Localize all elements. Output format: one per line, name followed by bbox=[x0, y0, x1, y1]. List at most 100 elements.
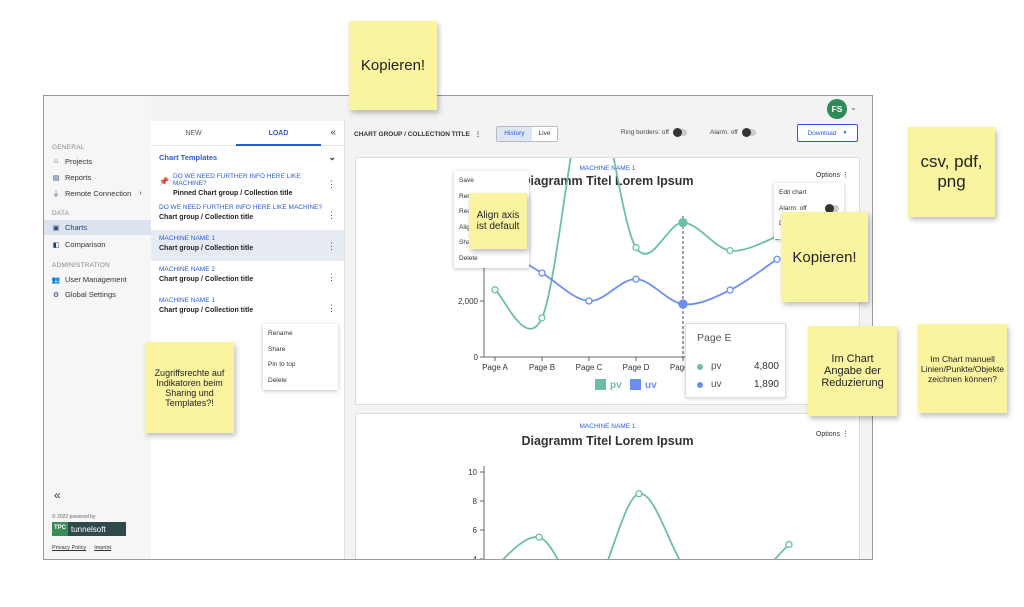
section-general: GENERAL bbox=[52, 144, 85, 151]
toggle-switch[interactable] bbox=[741, 128, 756, 137]
sticky-note: Kopieren! bbox=[781, 212, 868, 302]
list-item[interactable]: MACHINE NAME 2 Chart group / Collection … bbox=[151, 261, 344, 292]
collapse-sidebar-button[interactable]: « bbox=[54, 488, 61, 502]
chevron-down-icon: ⌄ bbox=[328, 151, 336, 162]
more-icon[interactable]: ⋮ bbox=[327, 272, 336, 283]
avatar[interactable]: FS bbox=[827, 99, 847, 119]
chart-group-title[interactable]: CHART GROUP / COLLECTION TITLE ⋮ bbox=[354, 130, 481, 138]
list-item[interactable]: DO WE NEED FURTHER INFO HERE LIKE MACHIN… bbox=[151, 199, 344, 230]
sidebar-item-reports[interactable]: ▤ Reports bbox=[44, 170, 151, 185]
uv-dot-icon bbox=[697, 381, 703, 388]
legend-label-pv: pv bbox=[610, 380, 622, 391]
data-point-uv bbox=[773, 255, 781, 263]
menu-item-edit-chart[interactable]: Edit chart bbox=[774, 185, 844, 201]
legend-swatch-uv bbox=[630, 379, 641, 390]
sidebar-item-comparison[interactable]: ◧ Comparison bbox=[44, 237, 151, 252]
sidebar-item-remote-connection[interactable]: ⏚ Remote Connection › bbox=[44, 186, 151, 201]
chart-tooltip: Page E pv 4,800 uv 1,890 bbox=[685, 323, 786, 398]
x-tick-label: Page A bbox=[482, 363, 508, 372]
menu-item-save[interactable]: Save bbox=[454, 173, 529, 189]
history-button[interactable]: History bbox=[497, 126, 532, 141]
tooltip-row-uv: uv 1,890 bbox=[697, 379, 779, 390]
sticky-note: Kopieren! bbox=[349, 21, 437, 110]
data-point-uv bbox=[726, 286, 734, 294]
users-icon: 👥 bbox=[51, 276, 61, 284]
list-item[interactable]: 📌 DO WE NEED FURTHER INFO HERE LIKE MACH… bbox=[151, 168, 344, 199]
sidebar: GENERAL ⌂ Projects ▤ Reports ⏚ Remote Conne… bbox=[44, 96, 151, 559]
privacy-policy-link[interactable]: Privacy Policy bbox=[52, 545, 86, 551]
more-icon[interactable]: ⋮ bbox=[475, 131, 482, 138]
chart-template-panel: NEW LOAD « Chart Templates ⌄ 📌 DO WE NEE… bbox=[151, 121, 345, 559]
live-button[interactable]: Live bbox=[531, 126, 558, 141]
toggle-switch[interactable] bbox=[825, 203, 839, 213]
sticky-note: Im Chart Angabe der Reduzierung bbox=[808, 326, 897, 416]
more-icon[interactable]: ⋮ bbox=[327, 241, 336, 252]
list-item[interactable]: MACHINE NAME 1 Chart group / Collection … bbox=[151, 292, 344, 323]
data-point-uv bbox=[585, 297, 593, 305]
sidebar-item-projects[interactable]: ⌂ Projects bbox=[44, 154, 151, 169]
section-data: DATA bbox=[52, 210, 70, 217]
download-button[interactable]: Download ▼ bbox=[797, 124, 858, 142]
sidebar-item-user-management[interactable]: 👥 User Management bbox=[44, 272, 151, 287]
panel-tabs: NEW LOAD « bbox=[151, 121, 344, 146]
pv-dot-icon bbox=[697, 363, 703, 370]
sidebar-item-global-settings[interactable]: ⚙ Global Settings bbox=[44, 287, 151, 302]
sticky-note: Align axis ist default bbox=[469, 193, 527, 249]
menu-item-delete[interactable]: Delete bbox=[263, 373, 338, 389]
line-chart-2: 4 6 8 10 bbox=[468, 466, 793, 560]
menu-item-rename[interactable]: Rename bbox=[263, 326, 338, 342]
list-item[interactable]: MACHINE NAME 1 Chart group / Collection … bbox=[151, 230, 344, 261]
more-icon[interactable]: ⋮ bbox=[327, 303, 336, 314]
chart-templates-header[interactable]: Chart Templates ⌄ bbox=[151, 146, 344, 168]
legend-label-uv: uv bbox=[645, 380, 657, 391]
caret-down-icon: ▼ bbox=[842, 130, 848, 136]
series-line-uv bbox=[494, 244, 778, 306]
document-icon: ▤ bbox=[52, 174, 60, 182]
data-point-pv bbox=[632, 243, 640, 252]
menu-item-delete[interactable]: Delete bbox=[454, 251, 529, 267]
gear-icon: ⚙ bbox=[52, 291, 60, 299]
template-context-menu: Rename Share Pin to top Delete bbox=[263, 324, 338, 390]
home-icon: ⌂ bbox=[53, 158, 59, 165]
sticky-note: Zugriffsrechte auf Indikatoren beim Shar… bbox=[145, 342, 234, 433]
menu-item-pin-to-top[interactable]: Pin to top bbox=[263, 357, 338, 373]
chart-icon: ▣ bbox=[52, 224, 60, 232]
data-point-pv bbox=[491, 286, 499, 294]
comparison-icon: ◧ bbox=[52, 241, 60, 249]
chevron-right-icon: › bbox=[139, 190, 142, 197]
data-point bbox=[635, 490, 643, 498]
ring-borders-toggle[interactable]: Ring borders: off bbox=[621, 128, 687, 137]
more-icon[interactable]: ⋮ bbox=[327, 179, 336, 190]
tab-load[interactable]: LOAD bbox=[236, 121, 321, 146]
series-line-pv bbox=[494, 158, 778, 330]
x-tick-label: Page B bbox=[529, 363, 555, 372]
tooltip-title: Page E bbox=[697, 332, 732, 344]
y-tick-label: 4 bbox=[473, 555, 478, 560]
chart-card-2: MACHINE NAME 1 Diagramm Titel Lorem Ipsu… bbox=[355, 413, 860, 560]
section-administration: ADMINISTRATION bbox=[52, 262, 110, 269]
powered-by: © 2022 powered by bbox=[52, 514, 96, 520]
tab-new[interactable]: NEW bbox=[151, 130, 236, 137]
y-tick-label: 10 bbox=[468, 468, 477, 477]
mode-toggle: History Live bbox=[496, 125, 559, 142]
legend-swatch-pv bbox=[595, 379, 606, 390]
chevron-down-icon[interactable]: ⌄ bbox=[850, 103, 857, 112]
toggle-switch[interactable] bbox=[672, 128, 687, 137]
alarm-toggle[interactable]: Alarm: off bbox=[710, 128, 756, 137]
data-point bbox=[785, 540, 793, 549]
y-tick-label: 6 bbox=[473, 526, 478, 535]
sidebar-item-charts[interactable]: ▣ Charts bbox=[44, 220, 151, 235]
data-point-pv bbox=[538, 314, 546, 322]
footer-links: Privacy Policy Imprint bbox=[52, 545, 111, 551]
collapse-panel-button[interactable]: « bbox=[330, 127, 336, 138]
imprint-link[interactable]: Imprint bbox=[94, 545, 111, 551]
data-point bbox=[535, 533, 543, 541]
data-point-pv bbox=[678, 217, 688, 228]
menu-item-share[interactable]: Share bbox=[263, 342, 338, 358]
pin-icon: 📌 bbox=[159, 177, 169, 186]
plug-icon: ⏚ bbox=[52, 190, 60, 198]
tooltip-row-pv: pv 4,800 bbox=[697, 361, 779, 372]
data-point-uv bbox=[632, 275, 640, 283]
y-tick-label: 2,000 bbox=[458, 297, 479, 306]
more-icon[interactable]: ⋮ bbox=[327, 210, 336, 221]
